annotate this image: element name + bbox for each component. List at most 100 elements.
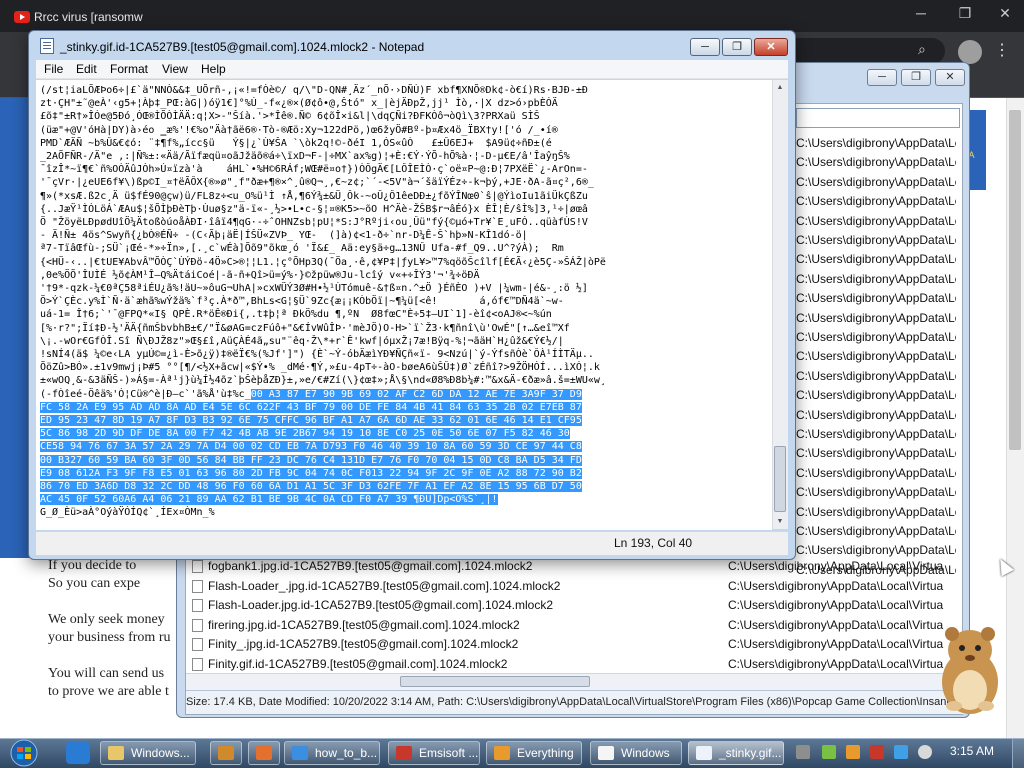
text-line: _2AÕFÑR-/Ä"e ,:|Ñ%±:«Ää/Ãïfæqü¤oãJžäõ®á÷… (40, 150, 570, 163)
maximize-button[interactable]: ❐ (722, 38, 752, 56)
file-name: Finity_.jpg.id-1CA527B9.[test05@gmail.co… (208, 637, 519, 651)
page-scrollbar-thumb[interactable] (1009, 110, 1021, 450)
file-path: C:\Users\digibrony\AppData\Local\Virtua (796, 504, 956, 519)
file-row[interactable]: firering.jpg.id-1CA527B9.[test05@gmail.c… (188, 616, 958, 635)
file-name: Flash-Loader_.jpg.id-1CA527B9.[test05@gm… (208, 578, 561, 593)
vertical-scrollbar-thumb[interactable] (774, 446, 786, 512)
text-line-content: zt·ÇH"±˜@eÀ'‹g5+¦Àþ‡_PŒ:àG|)óÿ1€]°%Ú_-f«… (40, 98, 558, 110)
explorer-close-button[interactable]: ✕ (935, 69, 965, 86)
text-line-content: !sNÍ4(ä$ ¼©e‹LA yµÚ©=¿ì-È>õ¿ÿ)‡®ëÏ€%(%Jf… (40, 349, 594, 360)
tray-flag-icon[interactable] (870, 745, 884, 759)
text-line: - Ä!Ñ± 4ös^Swyñ{¿bÒ®ÉÑ÷ -(C‹Ãþ¡äË|ÍŠÜ«ZV… (40, 229, 528, 242)
text-line: uá-1= Î†6;`'¯@FPQ*«I§ QPÈ.R*öÊ®Ði{,.t‡þ¦… (40, 308, 552, 321)
tray-display-icon[interactable] (894, 745, 908, 759)
file-name: fogbank1.jpg.id-1CA527B9.[test05@gmail.c… (208, 559, 533, 573)
text-line-content: ±«wOQ¸&-&3äÑŠ-)»Á§=-Àª¹j}ù¼Í½4õz`þŠèþåZÐ… (40, 375, 606, 387)
text-line: '¯çVr·|¿eUE6f¥\)ßp©I_¤†ëÃÔX{®»ø"¸f"ðæ+¶®… (40, 176, 594, 189)
explorer-maximize-button[interactable]: ❐ (901, 69, 931, 86)
text-line: ED 95 23 47 8D 19 A7 8F D3 B3 92 6E 75 C… (40, 414, 582, 427)
selected-text: CE58 94 76 67 3A 57 2A 29 7A D4 00 02 CD… (40, 441, 582, 453)
file-icon (192, 599, 203, 612)
volume-icon[interactable] (918, 745, 932, 759)
text-line: \¡.-wOr€GfÒÎ.Sî Ñ\ÐJŽ8z"»Œ§£î,AüÇÀÉ4ã„su… (40, 335, 564, 348)
file-icon (192, 657, 203, 671)
text-line-content: ÕöZû>BÓ».±1v9mwj¡Þ#5 °°[¶/<½X+ãcw|«$Ý•% … (40, 362, 600, 374)
scroll-up-arrow-icon[interactable]: ▲ (774, 82, 786, 94)
file-row[interactable]: Flash-Loader.jpg.id-1CA527B9.[test05@gma… (188, 596, 958, 615)
text-line-content: Ö "ŽöyëLÐpødUîÖ¼ÄtoßòúoåÀÐI·îâï4¶qG·-÷ˆO… (40, 217, 588, 228)
youtube-icon (14, 11, 30, 23)
text-line-content: [%·r?";Ïí‡Ð-½'ÄÄ{ñmŠbvbhB±€/"Ï&øAG=czFúô… (40, 322, 570, 334)
cursor-position: Ln 193, Col 40 (614, 536, 693, 550)
taskbar-item[interactable]: how_to_b... (284, 741, 380, 765)
taskbar-item[interactable] (210, 741, 242, 765)
taskbar-item[interactable]: Emsisoft ... (388, 741, 480, 765)
menu-format[interactable]: Format (110, 62, 148, 76)
taskbar-app-icon (396, 746, 412, 760)
tray-search-icon[interactable] (846, 745, 860, 759)
avatar[interactable] (958, 40, 982, 64)
file-path: C:\Users\digibrony\AppData\Local\Virtua (796, 233, 956, 247)
text-line: FC 58 2A E9 95 AD AD 8A AD E4 5E 6C 622F… (40, 401, 582, 414)
selected-text: AC 45 0F 52 60A6 A4 06 21 89 AA 62 B1 BE… (40, 494, 498, 506)
text-line-content: _2AÕFÑR-/Ä"e ,:|Ñ%±:«Ää/Ãïfæqü¤oãJžäõ®á÷… (40, 151, 570, 162)
taskbar-item[interactable]: Windows... (100, 741, 196, 765)
start-button[interactable] (4, 739, 44, 767)
menu-view[interactable]: View (162, 62, 188, 76)
taskbar-app-icon (218, 746, 234, 760)
text-line-content: G_Ø_Èü>aÀ°OýàŸÓÍQ¢`¸ÍEx¤ÒMn_% (40, 507, 215, 519)
scroll-down-arrow-icon[interactable]: ▼ (774, 516, 786, 528)
text-line-content: {..JæŸ¹ÌÓLöÁ`ÆAu$¦šÕÌþÐèTþ·Ùuø§z"ä-ï«-¸½… (40, 203, 588, 215)
text-line: (üæ"+@V'óHà|DY)à›éo ‗æ%'!€%o"Äà†ãë6®·Tò-… (40, 124, 558, 137)
selected-text: 86 70 ED 3A6D D8 32 2C DD 48 96 F0 60 6A… (40, 481, 582, 492)
taskbar-clock[interactable]: 3:15 AM (950, 744, 994, 758)
selected-text: E9 08 612A F3 9F F8 E5 01 63 96 80 2D FB… (40, 467, 582, 479)
file-row[interactable]: Finity_.jpg.id-1CA527B9.[test05@gmail.co… (188, 635, 958, 654)
taskbar-item[interactable] (248, 741, 280, 765)
text-line-content: '¯çVr·|¿eUE6f¥\)ßp©I_¤†ëÃÔX{®»ø"¸f"ðæ+¶®… (40, 177, 594, 189)
page-text-line: So you can expe (48, 576, 141, 591)
explorer-minimize-button[interactable]: ─ (867, 69, 897, 86)
text-line-content: uá-1= Î†6;`'¯@FPQ*«I§ QPÈ.R*öÊ®Ði{,.t‡þ¦… (40, 309, 552, 321)
text-line: PMD`ÆÄÑ ~b%Û&€¢ó: ¨‡¶f%„ícc§ü Ý§|¿`Ù¥ŠA … (40, 137, 552, 150)
text-line-content: (-fÒîeé-Öêä%'Ó¦Cü®^è|Ð—c`'ã%Å'ù‡%c_ (40, 388, 251, 400)
taskbar-item[interactable]: _stinky.gif... (688, 741, 784, 765)
browser-tab[interactable]: Rrcc virus [ransomw (6, 4, 156, 30)
browser-close-button[interactable]: ✕ (990, 2, 1020, 24)
kebab-menu-icon[interactable]: ⋮ (994, 40, 1010, 60)
file-path: C:\Users\digibrony\AppData\Local\Virtua (728, 656, 944, 671)
page-text-line: We only seek money (48, 612, 165, 627)
text-editor[interactable]: (/st¦iaLÕÆÞo6÷|£`ä"NNÒ&&‡_UÕrñ-,¡«!=fÒè©… (36, 80, 772, 530)
file-path: C:\Users\digibrony\AppData\Local\Virtua (796, 524, 956, 538)
browser-minimize-button[interactable]: ─ (906, 2, 936, 24)
taskbar-app-icon (292, 746, 308, 760)
internet-explorer-icon[interactable] (66, 742, 90, 764)
menu-file[interactable]: File (44, 62, 63, 76)
browser-maximize-button[interactable]: ❐ (950, 2, 980, 24)
menu-help[interactable]: Help (201, 62, 226, 76)
file-path: C:\Users\digibrony\AppData\Local\Virtua (796, 174, 956, 189)
menu-edit[interactable]: Edit (76, 62, 97, 76)
tray-app-icon[interactable] (796, 745, 810, 759)
tray-check-icon[interactable] (822, 745, 836, 759)
taskbar-item[interactable]: Windows (590, 741, 682, 765)
file-path: C:\Users\digibrony\AppData\Local\Virtua (796, 136, 956, 150)
hamster-icon[interactable] (934, 620, 1006, 716)
file-icon (192, 638, 203, 651)
file-row[interactable]: Finity.gif.id-1CA527B9.[test05@gmail.com… (188, 655, 958, 674)
explorer-horizontal-scrollbar-thumb[interactable] (400, 676, 590, 687)
file-path: C:\Users\digibrony\AppData\Local\Virtua (796, 310, 956, 325)
file-row[interactable]: Flash-Loader_.jpg.id-1CA527B9.[test05@gm… (188, 577, 958, 596)
minimize-button[interactable]: ─ (690, 38, 720, 56)
file-path: C:\Users\digibrony\AppData\Local\Virtua (728, 559, 944, 573)
text-line-content: ª7-TïâŒfù-;SÜ`¡Œé-*»÷Ïn»,[.¸c`wÉà]Õõ9"õk… (40, 243, 564, 255)
page-text-line: to prove we are able t (48, 684, 169, 699)
explorer-search-input[interactable] (796, 108, 960, 128)
page-text-line: If you decide to (48, 558, 137, 573)
search-icon[interactable]: ⌕ (918, 41, 926, 58)
taskbar-item-label: Windows... (131, 746, 190, 760)
show-desktop-button[interactable] (1012, 739, 1024, 768)
close-button[interactable]: ✕ (754, 38, 788, 56)
taskbar-item[interactable]: Everything (486, 741, 582, 765)
taskbar-app-icon (256, 746, 272, 760)
